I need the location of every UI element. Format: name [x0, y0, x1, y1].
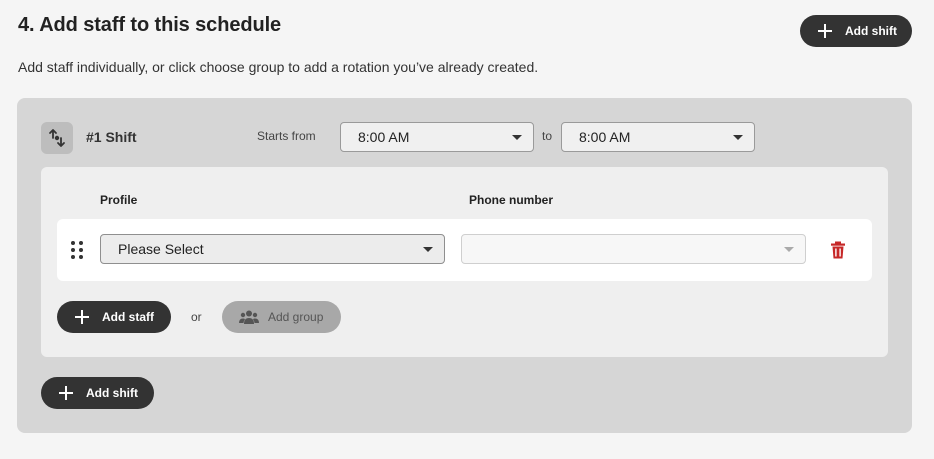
column-header-profile: Profile [100, 193, 138, 207]
end-time-select[interactable]: 8:00 AM [561, 122, 755, 152]
section-title: 4. Add staff to this schedule [18, 14, 282, 36]
add-staff-button[interactable]: Add staff [57, 301, 171, 333]
chevron-down-icon [733, 135, 743, 140]
end-time-value: 8:00 AM [579, 129, 631, 145]
to-label: to [542, 129, 553, 143]
add-staff-label: Add staff [102, 310, 154, 324]
shift-label: #1 Shift [86, 129, 137, 145]
add-shift-label: Add shift [845, 24, 897, 38]
add-group-button[interactable]: Add group [222, 301, 341, 333]
section-subtitle: Add staff individually, or click choose … [18, 59, 539, 75]
drag-handle-icon[interactable] [71, 241, 83, 259]
column-header-phone: Phone number [469, 193, 554, 207]
or-label: or [191, 310, 202, 324]
starts-from-label: Starts from [257, 129, 316, 143]
shift-card: #1 Shift Starts from 8:00 AM to 8:00 AM … [17, 98, 912, 433]
add-shift-button-bottom[interactable]: Add shift [41, 377, 154, 409]
chevron-down-icon [512, 135, 522, 140]
plus-icon [818, 24, 832, 38]
chevron-down-icon [423, 247, 433, 252]
staff-panel: Profile Phone number Please Select Add s… [41, 167, 888, 357]
add-group-label: Add group [268, 310, 324, 324]
start-time-value: 8:00 AM [358, 129, 410, 145]
profile-select-value: Please Select [118, 241, 204, 257]
add-shift-button-top[interactable]: Add shift [800, 15, 912, 47]
trash-icon[interactable] [830, 241, 846, 259]
plus-icon [75, 310, 89, 324]
swap-icon [41, 122, 73, 154]
staff-row: Please Select [57, 219, 872, 281]
chevron-down-icon [784, 247, 794, 252]
group-icon [239, 310, 259, 324]
plus-icon [59, 386, 73, 400]
profile-select[interactable]: Please Select [100, 234, 445, 264]
phone-number-select[interactable] [461, 234, 806, 264]
start-time-select[interactable]: 8:00 AM [340, 122, 534, 152]
add-shift-label: Add shift [86, 386, 138, 400]
